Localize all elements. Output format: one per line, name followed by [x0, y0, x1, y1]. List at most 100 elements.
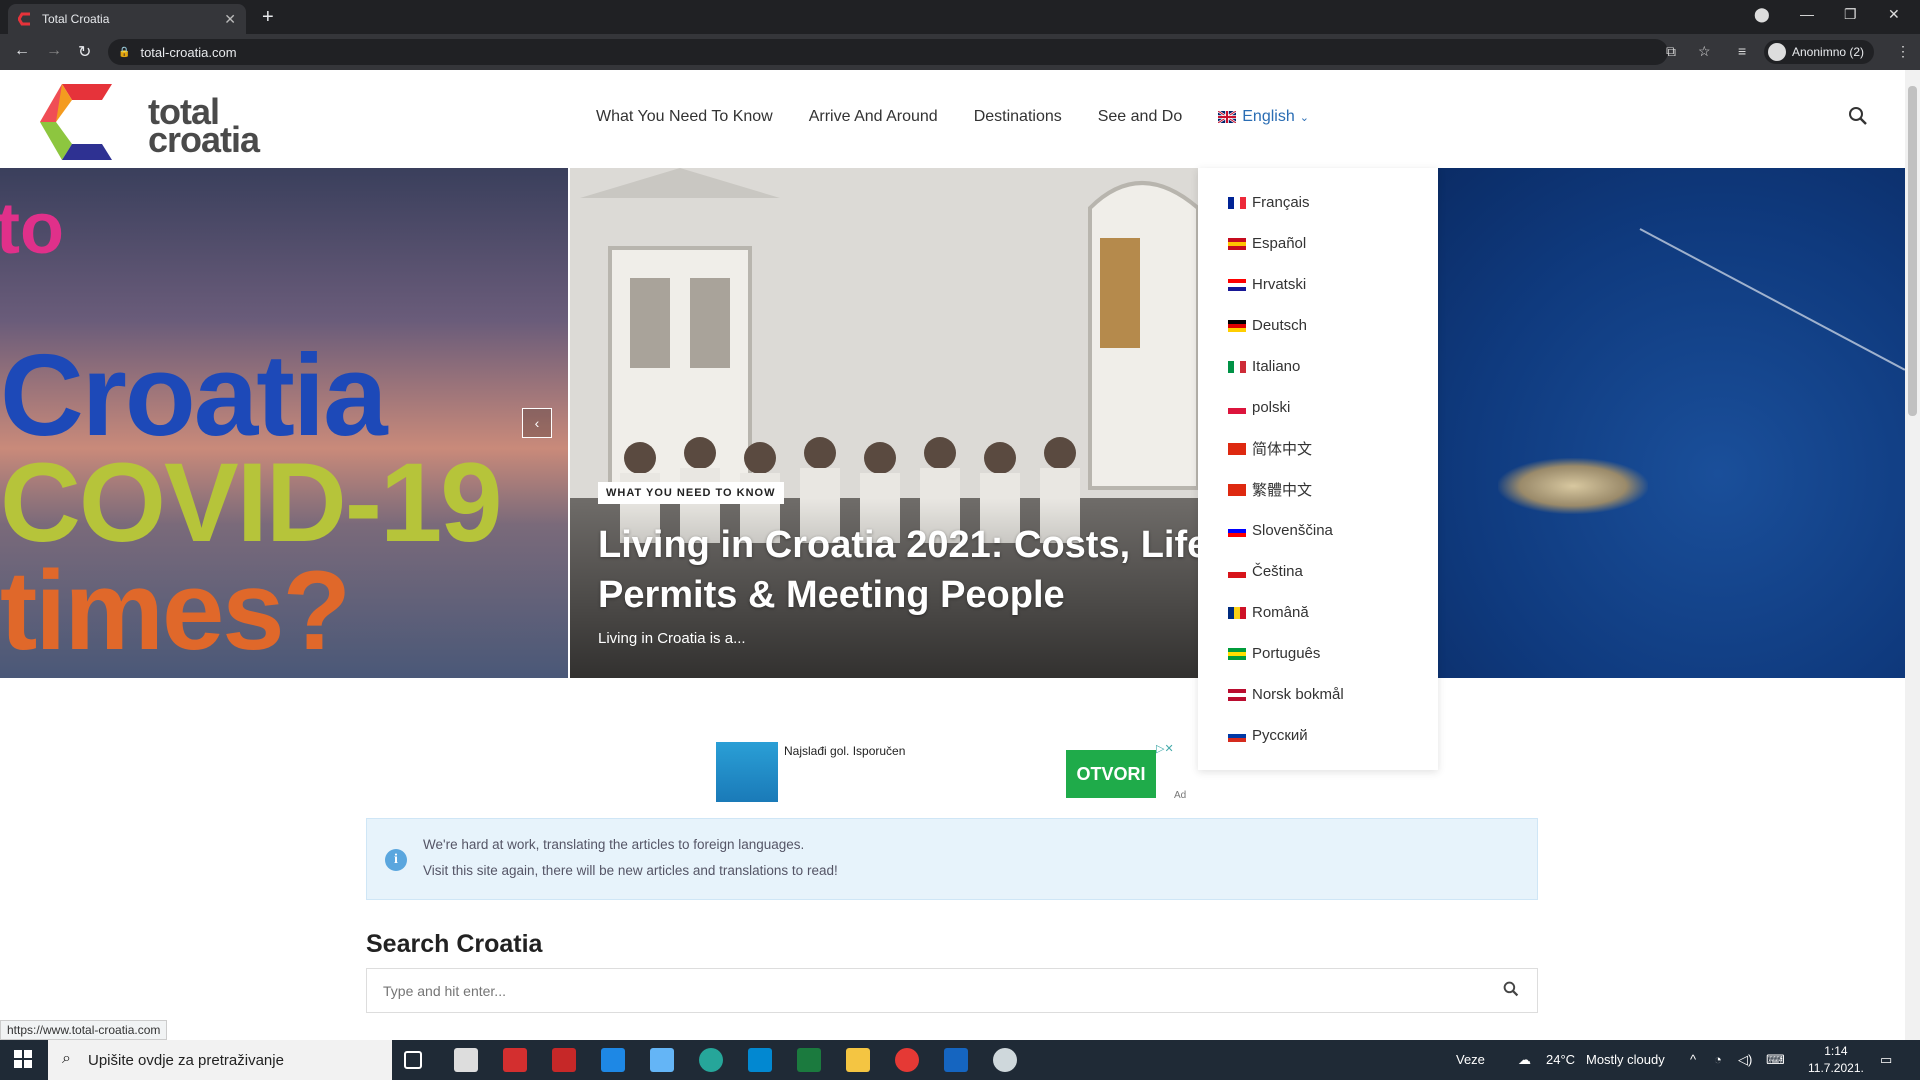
slide-covid[interactable]: to Croatia COVID-19 times?	[0, 168, 568, 678]
volume-icon[interactable]: ◁)	[1738, 1052, 1752, 1068]
new-tab-icon[interactable]: +	[262, 6, 274, 29]
translate-icon[interactable]: ⧉	[1666, 43, 1676, 60]
notification-icon[interactable]: ▭	[1880, 1052, 1892, 1068]
weather-text[interactable]: Mostly cloudy	[1586, 1052, 1665, 1067]
language-option[interactable]: Čeština	[1198, 551, 1438, 592]
language-option-label: Español	[1252, 235, 1307, 252]
language-option-label: polski	[1252, 399, 1291, 416]
ad-label: Ad	[1174, 790, 1187, 801]
task-view-icon[interactable]	[404, 1051, 422, 1069]
chevron-left-icon: ‹	[534, 415, 540, 431]
language-option-label: Русский	[1252, 727, 1308, 744]
flag-icon	[1228, 360, 1246, 373]
mail-app-icon[interactable]	[650, 1048, 674, 1072]
language-option[interactable]: Hrvatski	[1198, 264, 1438, 305]
language-switcher[interactable]: English ⌄	[1218, 108, 1309, 126]
restore-icon[interactable]: ❐	[1844, 6, 1857, 23]
language-option[interactable]: Português	[1198, 633, 1438, 674]
network-label[interactable]: Veze	[1456, 1052, 1485, 1067]
hero-category-tag[interactable]: WHAT YOU NEED TO KNOW	[598, 482, 784, 504]
windows-taskbar: ⌕ Upišite ovdje za pretraživanje Veze ☁ …	[0, 1040, 1920, 1080]
taskbar-search-placeholder: Upišite ovdje za pretraživanje	[88, 1051, 284, 1069]
scroll-thumb[interactable]	[1908, 86, 1917, 416]
file-explorer-icon[interactable]	[846, 1048, 870, 1072]
ms-store-app-icon[interactable]	[748, 1048, 772, 1072]
flag-icon	[1228, 319, 1246, 332]
windows-start-icon[interactable]	[14, 1050, 32, 1073]
menu-kebab-icon[interactable]: ⋮	[1896, 43, 1910, 60]
chevron-down-icon: ⌄	[1299, 111, 1309, 124]
language-option-label: Français	[1252, 194, 1310, 211]
language-option-label: 简体中文	[1252, 441, 1313, 458]
profile-button[interactable]: Anonimno (2)	[1764, 40, 1875, 64]
excel-app-icon[interactable]	[797, 1048, 821, 1072]
word-app-icon[interactable]	[944, 1048, 968, 1072]
acrobat-app-icon[interactable]	[503, 1048, 527, 1072]
clock-time: 1:14	[1824, 1044, 1848, 1058]
chrome-app-icon[interactable]	[895, 1048, 919, 1072]
minimize-icon[interactable]: —	[1800, 6, 1814, 22]
tray-chevron-icon[interactable]: ^	[1690, 1052, 1696, 1067]
language-option[interactable]: Deutsch	[1198, 305, 1438, 346]
reload-icon[interactable]: ↻	[78, 42, 91, 62]
nav-item-destinations[interactable]: Destinations	[974, 108, 1062, 126]
paint-app-icon[interactable]	[993, 1048, 1017, 1072]
nav-item-arrive-and-around[interactable]: Arrive And Around	[809, 108, 938, 126]
language-option[interactable]: Español	[1198, 223, 1438, 264]
url-field[interactable]: 🔒 total-croatia.com	[108, 39, 1668, 65]
info-icon: i	[385, 849, 407, 871]
bookmark-star-icon[interactable]: ☆	[1698, 43, 1711, 60]
hero-title[interactable]: Living in Croatia 2021: Costs, Lifest Pe…	[598, 520, 1242, 620]
language-option[interactable]: Română	[1198, 592, 1438, 633]
island-image	[1498, 458, 1648, 514]
site-search-input[interactable]	[367, 969, 1537, 1012]
header-search-icon[interactable]	[1848, 106, 1868, 132]
search-heading: Search Croatia	[366, 930, 543, 958]
language-option[interactable]: 繁體中文	[1198, 469, 1438, 510]
search-submit-icon[interactable]	[1503, 981, 1519, 1002]
keyboard-icon[interactable]: ⌨	[1766, 1052, 1785, 1068]
slider-prev-button[interactable]: ‹	[522, 408, 552, 438]
language-option[interactable]: polski	[1198, 387, 1438, 428]
back-icon[interactable]: ←	[14, 42, 30, 60]
ad-banner[interactable]: Najslađi gol. Isporučen OTVORI ▷✕ Ad	[716, 740, 1186, 804]
taskbar-search-field[interactable]: ⌕ Upišite ovdje za pretraživanje	[48, 1040, 392, 1080]
language-option-label: Slovenščina	[1252, 522, 1333, 539]
language-option[interactable]: Русский	[1198, 715, 1438, 756]
tab-search-icon[interactable]: ⬤	[1754, 6, 1770, 23]
language-option[interactable]: Français	[1198, 182, 1438, 223]
language-option-label: Română	[1252, 604, 1309, 621]
close-tab-icon[interactable]: ✕	[224, 11, 236, 28]
taskbar-clock[interactable]: 1:14 11.7.2021.	[1808, 1043, 1864, 1077]
site-logo[interactable]: total croatia	[40, 82, 260, 160]
ad-image	[716, 742, 778, 802]
nav-item-see-and-do[interactable]: See and Do	[1098, 108, 1183, 126]
flag-icon	[1228, 278, 1246, 291]
forward-icon[interactable]: →	[46, 42, 62, 60]
page-scrollbar[interactable]	[1905, 70, 1920, 1040]
flag-icon	[1228, 196, 1246, 209]
calendar-app-icon[interactable]	[601, 1048, 625, 1072]
language-option-label: 繁體中文	[1252, 482, 1313, 499]
wifi-icon[interactable]: ◔	[1714, 1052, 1722, 1067]
mcafee-app-icon[interactable]	[552, 1048, 576, 1072]
edge-app-icon[interactable]	[699, 1048, 723, 1072]
close-window-icon[interactable]: ✕	[1888, 6, 1900, 23]
main-nav: What You Need To Know Arrive And Around …	[596, 108, 1309, 126]
weather-icon[interactable]: ☁	[1518, 1052, 1531, 1068]
language-option-label: Português	[1252, 645, 1321, 662]
hero-title-line2: Permits & Meeting People	[598, 574, 1065, 616]
language-option[interactable]: 简体中文	[1198, 428, 1438, 469]
language-option[interactable]: Norsk bokmål	[1198, 674, 1438, 715]
ad-choices-icon[interactable]: ▷✕	[1156, 742, 1174, 755]
nav-item-what-you-need-to-know[interactable]: What You Need To Know	[596, 108, 773, 126]
temperature[interactable]: 24°C	[1546, 1052, 1575, 1067]
flag-icon	[1228, 565, 1246, 578]
browser-tab[interactable]: Total Croatia ✕	[8, 4, 246, 34]
store-app-icon[interactable]	[454, 1048, 478, 1072]
language-option[interactable]: Italiano	[1198, 346, 1438, 387]
reading-list-icon[interactable]: ≡	[1738, 43, 1746, 59]
language-option[interactable]: Slovenščina	[1198, 510, 1438, 551]
ad-open-button[interactable]: OTVORI	[1066, 750, 1156, 798]
ad-text: Najslađi gol. Isporučen	[784, 744, 906, 758]
